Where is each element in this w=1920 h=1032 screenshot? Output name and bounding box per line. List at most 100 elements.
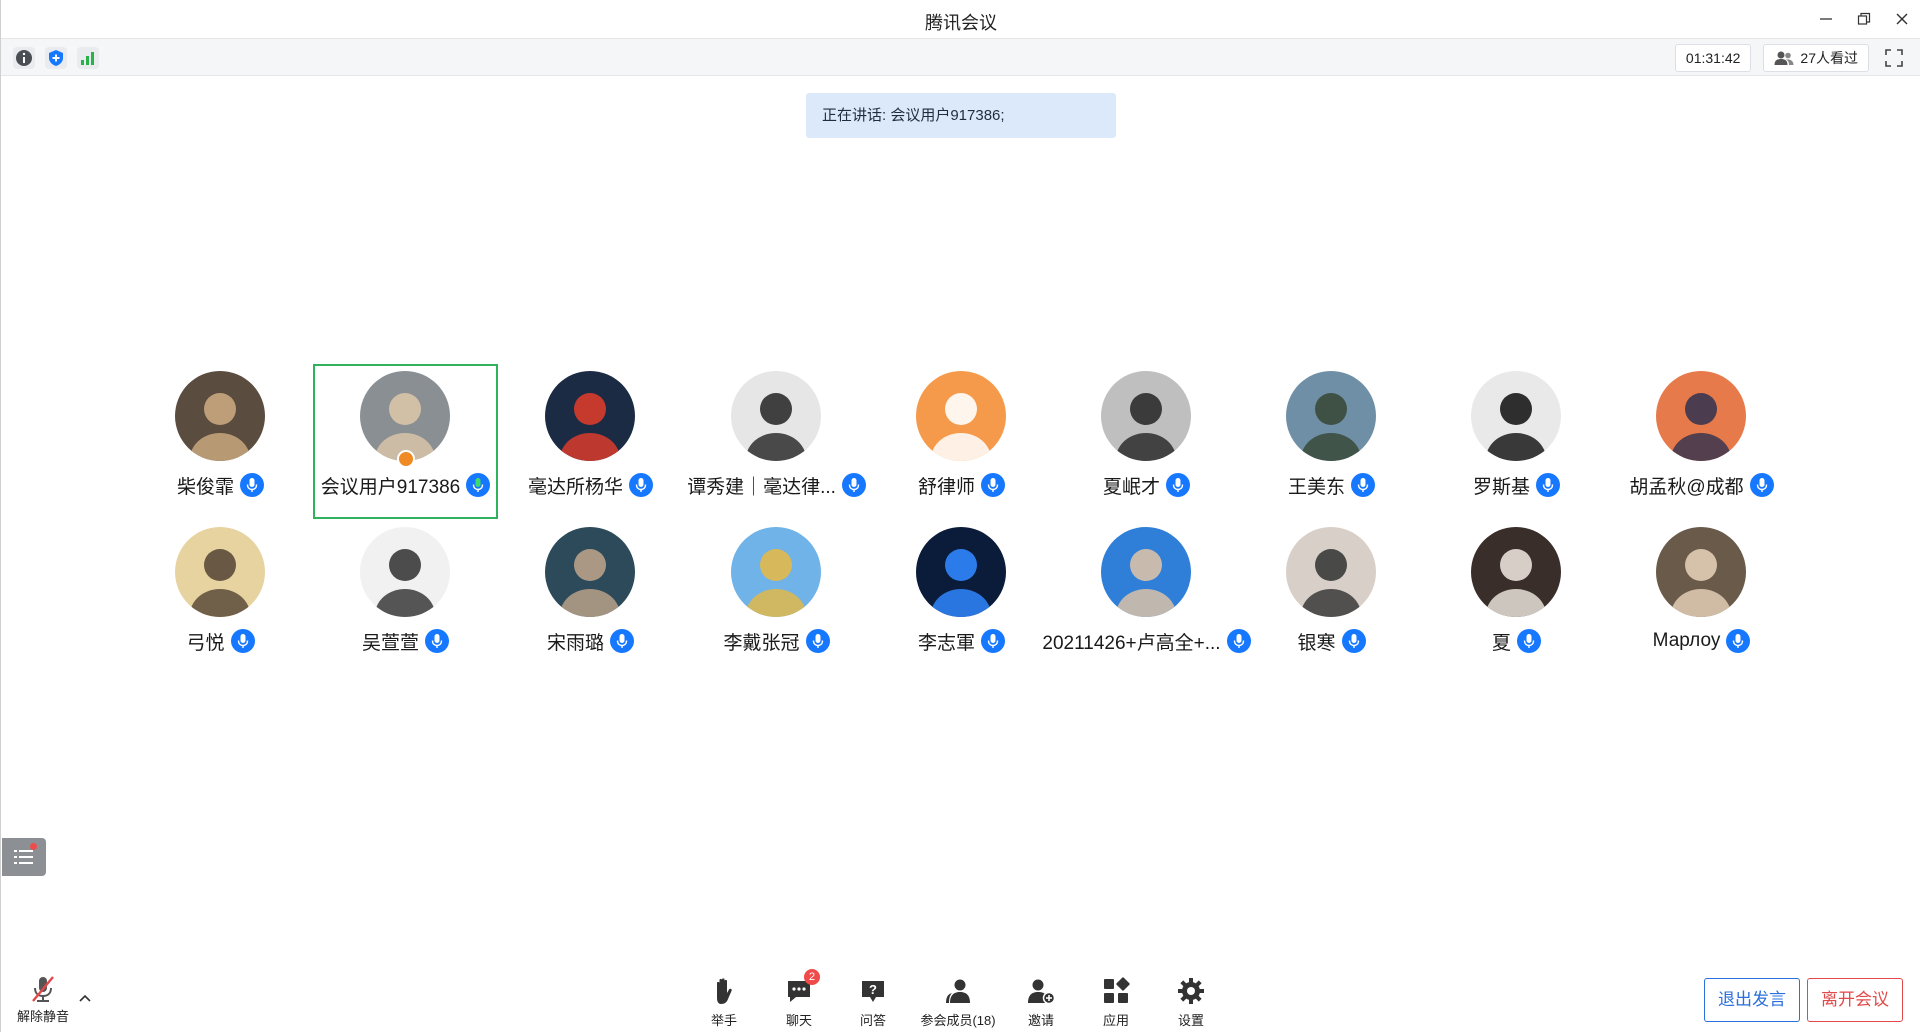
- apps-label: 应用: [1102, 1013, 1129, 1028]
- exit-speaking-button[interactable]: 退出发言: [1704, 978, 1800, 1022]
- participant-tile[interactable]: 舒律师: [869, 364, 1054, 519]
- unmute-button[interactable]: 解除静音: [15, 974, 71, 1028]
- participant-tile[interactable]: 夏: [1424, 520, 1609, 675]
- mic-icon: [841, 473, 866, 497]
- participant-name-row: 李志軍: [869, 628, 1054, 654]
- participant-tile[interactable]: Марлоу: [1609, 520, 1794, 675]
- security-button[interactable]: [45, 47, 67, 69]
- mic-muted-icon: [32, 976, 54, 1002]
- raise-hand-label: 举手: [710, 1013, 737, 1028]
- fullscreen-button[interactable]: [1881, 45, 1907, 71]
- participant-name-row: 宋雨璐: [498, 628, 683, 654]
- sunset-sky-avatar: [1656, 371, 1746, 461]
- participant-name: 会议用户917386: [320, 476, 461, 498]
- chat-button[interactable]: 2 聊天: [764, 969, 834, 1030]
- invite-label: 邀请: [1027, 1013, 1054, 1028]
- participant-tile[interactable]: 20211426+卢高全+...: [1042, 520, 1251, 675]
- participant-tile[interactable]: 夏岷才: [1054, 364, 1239, 519]
- participant-tile[interactable]: 王美东: [1239, 364, 1424, 519]
- participant-tile[interactable]: 吴萱萱: [313, 520, 498, 675]
- audio-options-button[interactable]: [75, 988, 95, 1008]
- qa-label: 问答: [859, 1013, 886, 1028]
- participant-name: 舒律师: [917, 476, 975, 498]
- chat-unread-badge: 2: [804, 969, 820, 985]
- mic-speaking-icon: [466, 473, 491, 497]
- participant-tile[interactable]: 会议用户917386: [313, 364, 498, 519]
- participant-tile[interactable]: 毫达所杨华: [498, 364, 683, 519]
- participant-tile[interactable]: 谭秀建｜毫达律...: [684, 364, 869, 519]
- anime-pilot-avatar: [175, 527, 265, 617]
- participant-name-row: Марлоу: [1609, 628, 1794, 654]
- add-user-icon: [1028, 979, 1056, 1004]
- members-icon: [946, 979, 970, 1003]
- close-button[interactable]: [1883, 0, 1920, 38]
- leave-meeting-button[interactable]: 离开会议: [1807, 978, 1903, 1022]
- participant-name: 夏: [1491, 632, 1511, 654]
- mic-icon: [805, 629, 830, 653]
- participant-name: 弓悦: [186, 632, 225, 654]
- cat-avatar: [1471, 527, 1561, 617]
- viewers-button[interactable]: 27人看过: [1763, 44, 1869, 72]
- meeting-window: 腾讯会议 01:31:42 27人看过 正在讲话: 会议用户917386; 柴俊…: [0, 0, 1920, 1032]
- qa-button[interactable]: ? 问答: [838, 976, 908, 1030]
- invite-button[interactable]: 邀请: [1006, 976, 1076, 1030]
- participant-tile[interactable]: 胡孟秋@成都: [1609, 364, 1794, 519]
- mic-icon: [1749, 473, 1774, 497]
- window-title: 腾讯会议: [925, 13, 997, 33]
- floating-list-button[interactable]: [2, 838, 46, 876]
- restore-icon: [1857, 12, 1871, 25]
- members-label: 参会成员(18): [920, 1013, 996, 1028]
- participant-name: 罗斯基: [1472, 476, 1530, 498]
- raise-hand-button[interactable]: 举手: [689, 976, 759, 1030]
- svg-text:?: ?: [869, 982, 877, 997]
- participant-name-row: 弓悦: [128, 628, 313, 654]
- people-icon: [1774, 51, 1794, 65]
- man-suit-avatar: [1101, 371, 1191, 461]
- minimize-icon: [1820, 18, 1832, 20]
- mic-icon: [230, 629, 255, 653]
- man-portrait-avatar: [1101, 527, 1191, 617]
- child-smiling-avatar: [1656, 527, 1746, 617]
- members-button[interactable]: 参会成员(18): [920, 976, 996, 1030]
- bw-portrait-avatar: [1471, 371, 1561, 461]
- settings-label: 设置: [1177, 1013, 1204, 1028]
- participant-name-row: 毫达所杨华: [498, 472, 683, 498]
- fullscreen-icon: [1885, 49, 1903, 67]
- anime-girl-avatar: [360, 527, 450, 617]
- network-status-button[interactable]: [77, 47, 99, 69]
- participant-tile[interactable]: 李志軍: [869, 520, 1054, 675]
- mic-icon: [1166, 473, 1190, 497]
- question-icon: ?: [862, 981, 884, 1002]
- participant-tile[interactable]: 柴俊霏: [128, 364, 313, 519]
- participant-name: 宋雨璐: [546, 632, 604, 654]
- minimize-button[interactable]: [1807, 0, 1845, 38]
- neon-lion-avatar: [916, 527, 1006, 617]
- participant-name-row: 王美东: [1239, 472, 1424, 498]
- participant-tile[interactable]: 罗斯基: [1424, 364, 1609, 519]
- restore-button[interactable]: [1845, 0, 1883, 38]
- meeting-info-button[interactable]: [13, 47, 35, 69]
- participant-name-row: 谭秀建｜毫达律...: [684, 472, 869, 498]
- participant-name-row: 吴萱萱: [313, 628, 498, 654]
- chat-label: 聊天: [785, 1013, 812, 1028]
- mic-icon: [240, 473, 264, 497]
- participant-tile[interactable]: 银寒: [1239, 520, 1424, 675]
- wheat-field-avatar: [731, 527, 821, 617]
- settings-button[interactable]: 设置: [1156, 976, 1226, 1030]
- participant-name: 李志軍: [917, 632, 975, 654]
- apps-button[interactable]: 应用: [1081, 976, 1151, 1030]
- hand-icon: [717, 978, 732, 1004]
- mic-icon: [1536, 473, 1560, 497]
- man-glasses-avatar: [1286, 527, 1376, 617]
- mic-icon: [1351, 473, 1375, 497]
- close-icon: [1896, 13, 1908, 25]
- cartoon-dog-avatar: [916, 371, 1006, 461]
- participant-tile[interactable]: 李戴张冠: [684, 520, 869, 675]
- participant-name-row: 罗斯基: [1424, 472, 1609, 498]
- participant-name: 李戴张冠: [723, 632, 800, 654]
- participant-name-row: 会议用户917386: [315, 472, 496, 498]
- participant-tile[interactable]: 宋雨璐: [498, 520, 683, 675]
- participant-name-row: 夏: [1424, 628, 1609, 654]
- mic-icon: [610, 629, 634, 653]
- participant-tile[interactable]: 弓悦: [128, 520, 313, 675]
